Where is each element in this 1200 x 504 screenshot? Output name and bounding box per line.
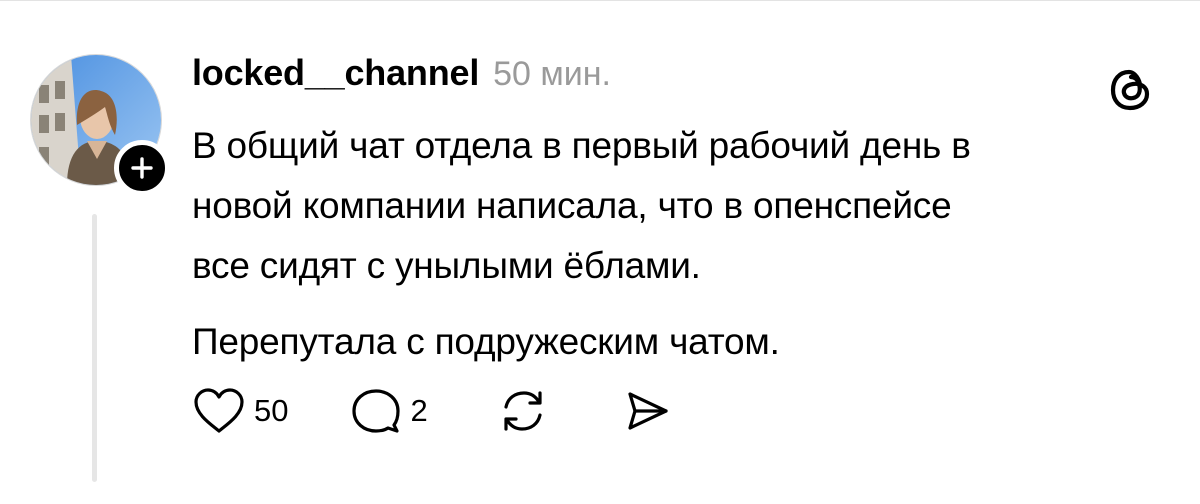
reply-button[interactable]: 2 [350,387,428,435]
thread-line [92,214,97,482]
reply-count: 2 [410,393,428,428]
repost-icon [504,391,542,431]
post-header: locked__channel 50 мин. [192,52,611,98]
post-line: новой компании написала, что в опенспейс… [192,185,952,226]
action-bar: 50 2 [192,386,672,436]
post-line: Перепутала с подружеским чатом. [192,321,780,362]
heart-icon [194,388,244,433]
threads-logo [1102,62,1158,118]
post-text: В общий чат отдела в первый рабочий день… [192,116,1172,372]
repost-button[interactable] [498,387,548,435]
username[interactable]: locked__channel [192,52,479,94]
send-icon [628,392,668,430]
top-divider [0,0,1200,1]
like-count: 50 [254,393,289,428]
threads-logo-icon [1110,69,1150,111]
avatar-container[interactable] [30,54,170,196]
post-line: все сидят с унылыми ёблами. [192,245,701,286]
thread-post: locked__channel 50 мин. В общий чат отде… [0,0,1200,504]
share-button[interactable] [622,387,672,435]
plus-icon [131,157,153,179]
timestamp: 50 мин. [493,55,611,93]
follow-button[interactable] [114,140,170,196]
post-line: В общий чат отдела в первый рабочий день… [192,125,971,166]
like-button[interactable]: 50 [192,387,288,435]
comment-bubble-icon [352,389,401,433]
